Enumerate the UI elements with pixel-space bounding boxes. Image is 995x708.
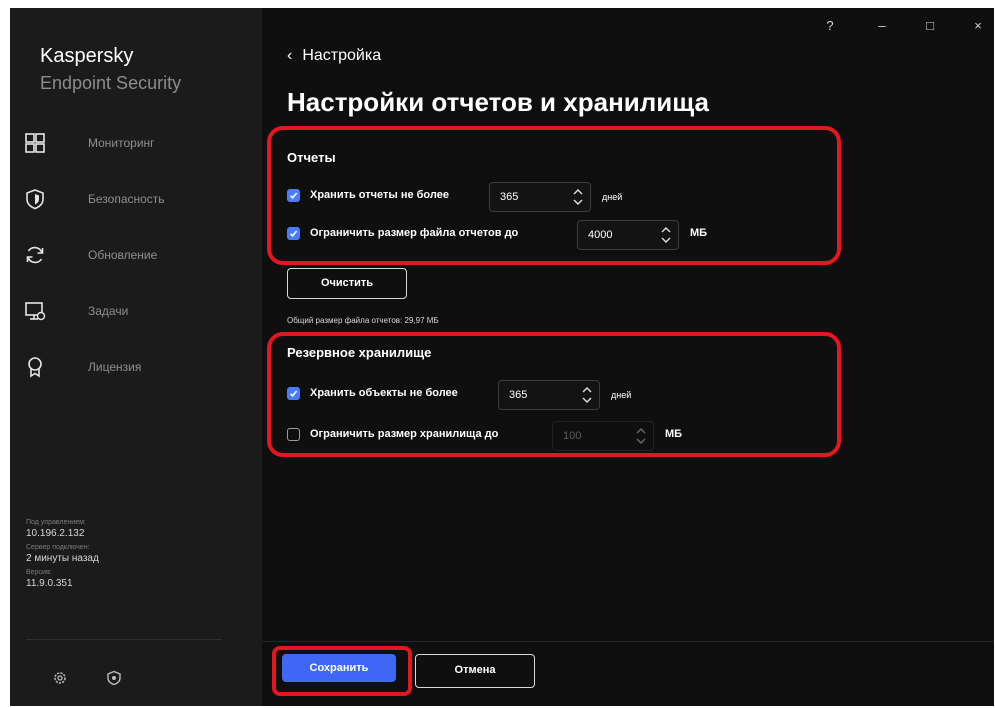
sidebar-item-license[interactable]: Лицензия (10, 352, 262, 408)
reports-keep-row: Хранить отчеты не более 365 дней (287, 182, 687, 212)
maximize-button[interactable]: □ (920, 18, 940, 34)
app-name: Kaspersky (40, 45, 134, 67)
backup-limit-unit: МБ (665, 428, 683, 440)
reports-limit-row: Ограничить размер файла отчетов до 4000 … (287, 220, 747, 250)
support-icon[interactable] (106, 670, 122, 686)
tasks-icon (25, 302, 46, 321)
backup-section-title: Резервное хранилище (287, 345, 432, 360)
managed-by-label: Под управлением: (26, 519, 86, 526)
managed-by-value: 10.196.2.132 (26, 528, 85, 539)
sidebar-item-update[interactable]: Обновление (10, 240, 262, 296)
server-connected-value: 2 минуты назад (26, 553, 99, 564)
save-button[interactable]: Сохранить (282, 654, 396, 682)
app-window: Kaspersky Endpoint Security Мониторинг Б… (10, 8, 994, 706)
backup-limit-label: Ограничить размер хранилища до (310, 428, 499, 440)
backup-limit-size-value: 100 (563, 430, 582, 442)
checkmark-icon (289, 192, 298, 199)
backup-keep-row: Хранить объекты не более 365 дней (287, 380, 687, 410)
clear-reports-button[interactable]: Очистить (287, 268, 407, 299)
sidebar-divider (26, 639, 222, 640)
backup-limit-row: Ограничить размер хранилища до 100 МБ (287, 421, 747, 451)
reports-keep-label: Хранить отчеты не более (310, 189, 449, 201)
reports-limit-unit: МБ (690, 227, 708, 239)
backup-keep-label: Хранить объекты не более (310, 387, 458, 399)
reports-limit-size-input[interactable]: 4000 (577, 220, 679, 250)
sidebar-item-tasks[interactable]: Задачи (10, 296, 262, 352)
reports-total-size: Общий размер файла отчетов: 29,97 МБ (287, 316, 439, 325)
sidebar-item-label: Безопасность (88, 192, 165, 206)
sidebar-item-label: Задачи (88, 304, 129, 318)
settings-icon[interactable] (52, 670, 68, 686)
reports-limit-size-value: 4000 (588, 229, 613, 241)
footer-divider (262, 641, 994, 642)
backup-keep-unit: дней (611, 390, 632, 400)
connection-info: Под управлением: 10.196.2.132 Сервер под… (26, 518, 226, 593)
backup-keep-checkbox[interactable] (287, 387, 300, 400)
sidebar-item-label: Лицензия (88, 360, 142, 374)
reports-limit-checkbox[interactable] (287, 227, 300, 240)
backup-keep-days-value: 365 (509, 389, 528, 401)
backup-limit-checkbox[interactable] (287, 428, 300, 441)
chevron-left-icon: ‹ (287, 47, 293, 64)
spinner-arrows-icon[interactable] (660, 223, 672, 247)
shield-icon (26, 189, 44, 210)
backup-keep-days-input[interactable]: 365 (498, 380, 600, 410)
backup-limit-size-input[interactable]: 100 (552, 421, 654, 451)
version-label: Версия: (26, 569, 52, 576)
app-subtitle: Endpoint Security (40, 73, 182, 93)
spinner-arrows-icon[interactable] (581, 383, 593, 407)
sidebar-item-security[interactable]: Безопасность (10, 184, 262, 240)
license-icon (28, 357, 42, 378)
cancel-button[interactable]: Отмена (415, 654, 535, 688)
spinner-arrows-icon[interactable] (635, 424, 647, 448)
reports-keep-days-value: 365 (500, 191, 519, 203)
sidebar-item-label: Мониторинг (88, 136, 155, 150)
reports-keep-checkbox[interactable] (287, 189, 300, 202)
help-button[interactable]: ? (820, 18, 840, 34)
server-connected-label: Сервер подключен: (26, 544, 90, 551)
back-link[interactable]: ‹ Настройка (287, 46, 381, 66)
sidebar-item-label: Обновление (88, 248, 158, 262)
reports-limit-label: Ограничить размер файла отчетов до (310, 227, 519, 239)
monitoring-icon (25, 133, 45, 153)
checkmark-icon (289, 230, 298, 237)
spinner-arrows-icon[interactable] (572, 185, 584, 209)
version-value: 11.9.0.351 (26, 578, 73, 589)
sidebar: Kaspersky Endpoint Security Мониторинг Б… (10, 8, 262, 706)
checkmark-icon (289, 390, 298, 397)
page-title: Настройки отчетов и хранилища (287, 87, 709, 117)
close-button[interactable]: × (968, 18, 988, 34)
back-link-label: Настройка (302, 47, 382, 64)
reports-section-title: Отчеты (287, 150, 336, 165)
sidebar-nav: Мониторинг Безопасность Обновление Задач… (10, 128, 262, 408)
reports-keep-days-input[interactable]: 365 (489, 182, 591, 212)
sidebar-item-monitoring[interactable]: Мониторинг (10, 128, 262, 184)
reports-keep-unit: дней (602, 192, 623, 202)
update-icon (26, 246, 44, 264)
minimize-button[interactable]: – (872, 18, 892, 34)
